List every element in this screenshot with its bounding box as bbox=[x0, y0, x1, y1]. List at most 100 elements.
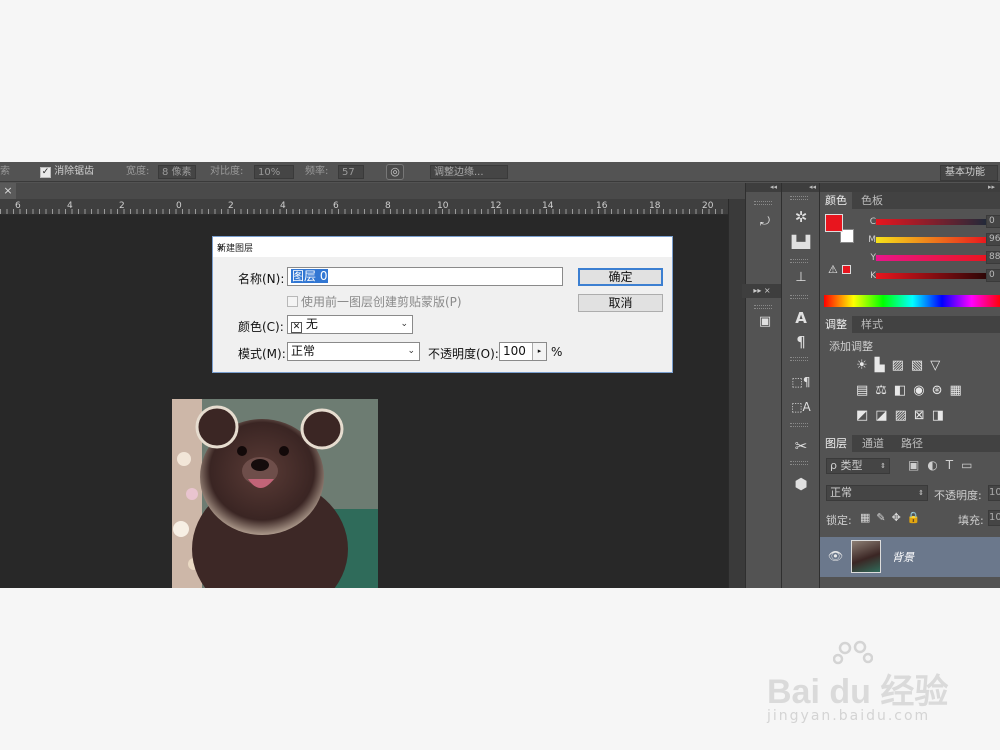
yellow-value[interactable]: 88 bbox=[986, 251, 1000, 264]
adjustment-icons-row-3[interactable]: ◩◪▨⊠◨ bbox=[856, 408, 951, 426]
percent-label: % bbox=[551, 345, 563, 359]
collapse-arrows-icon[interactable]: ◂◂ bbox=[782, 183, 820, 192]
cyan-slider-row: C 0 bbox=[828, 215, 1000, 230]
mode-select[interactable]: 正常 ⌄ bbox=[287, 342, 420, 361]
color-select[interactable]: ✕ 无 ⌄ bbox=[287, 315, 413, 334]
tab-swatches[interactable]: 色板 bbox=[856, 192, 888, 209]
frequency-input[interactable]: 57 bbox=[338, 165, 364, 179]
antialias-option[interactable]: ✓ 消除锯齿 bbox=[40, 165, 94, 179]
stamp-panel-icon[interactable]: ⊥ bbox=[788, 267, 814, 289]
tab-paths[interactable]: 路径 bbox=[896, 435, 928, 452]
opacity-value: 100 bbox=[503, 344, 526, 358]
yellow-label: Y bbox=[870, 253, 877, 263]
panel-grip[interactable] bbox=[790, 259, 808, 263]
layer-opacity-label: 不透明度: bbox=[934, 489, 982, 502]
cancel-button[interactable]: 取消 bbox=[578, 294, 663, 312]
no-color-icon: ✕ bbox=[291, 322, 302, 333]
magenta-label: M bbox=[868, 235, 876, 245]
opacity-label: 不透明度(O): bbox=[428, 347, 499, 361]
mode-value: 正常 bbox=[291, 344, 316, 358]
magenta-slider[interactable] bbox=[876, 237, 988, 243]
panel-grip[interactable] bbox=[754, 201, 772, 205]
black-value[interactable]: 0 bbox=[986, 269, 1000, 282]
document-image bbox=[172, 399, 378, 588]
layer-row-background[interactable]: 👁 背景 bbox=[820, 537, 1000, 577]
new-layer-dialog: 新建图层 ✕ 名称(N): 图层 0 使用前一图层创建剪贴蒙版(P) 颜色(C)… bbox=[212, 236, 673, 373]
adjustment-icons-row-2[interactable]: ▤⚖◧◉⊛▦ bbox=[856, 383, 969, 401]
opacity-input[interactable]: 100 ▸ bbox=[499, 342, 547, 361]
tool-presets-icon[interactable]: ✂ bbox=[788, 435, 814, 457]
close-icon[interactable]: ✕ bbox=[217, 241, 666, 257]
width-input[interactable]: 8 像素 bbox=[158, 165, 196, 179]
tab-adjustments[interactable]: 调整 bbox=[820, 316, 852, 333]
options-bar-truncated-label: 索 bbox=[0, 166, 10, 177]
panel-grip[interactable] bbox=[754, 305, 772, 309]
adjustment-icons-row-1[interactable]: ☀▙▨▧▽ bbox=[856, 358, 947, 376]
lock-label: 锁定: bbox=[826, 514, 852, 527]
lock-icons[interactable]: ▦✎✥🔒 bbox=[860, 511, 927, 524]
panel-grip[interactable] bbox=[790, 357, 808, 361]
character-styles-icon[interactable]: ⬚A bbox=[788, 396, 814, 418]
panel-grip[interactable] bbox=[790, 196, 808, 200]
vertical-scrollbar[interactable] bbox=[728, 199, 745, 588]
blend-mode-select[interactable]: 正常 ⇕ bbox=[826, 485, 928, 501]
ruler-tick-marks bbox=[0, 209, 728, 214]
contrast-label: 对比度: bbox=[210, 166, 244, 177]
dialog-titlebar: 新建图层 ✕ bbox=[213, 237, 672, 257]
eye-icon[interactable]: 👁 bbox=[828, 549, 843, 563]
paragraph-styles-icon[interactable]: ⬚¶ bbox=[788, 371, 814, 393]
mode-label: 模式(M): bbox=[238, 347, 286, 361]
3d-panel-icon[interactable]: ⬢ bbox=[788, 473, 814, 495]
tab-layers[interactable]: 图层 bbox=[820, 435, 852, 452]
floating-panel-header[interactable]: ▸▸ × bbox=[742, 284, 782, 298]
fill-label: 填充: bbox=[958, 514, 984, 527]
black-slider-row: K 0 bbox=[828, 269, 1000, 284]
cyan-slider[interactable] bbox=[876, 219, 988, 225]
clip-mask-checkbox[interactable] bbox=[287, 296, 298, 307]
watermark-brand: Bai du 经验 bbox=[767, 673, 949, 711]
layer-filter-icons[interactable]: ▣◐T▭ bbox=[908, 458, 980, 472]
antialias-checkbox[interactable]: ✓ bbox=[40, 167, 51, 178]
refine-edge-button[interactable]: 调整边缘... bbox=[430, 165, 508, 179]
layer-opacity-input[interactable]: 10 bbox=[988, 485, 1000, 501]
character-panel-icon[interactable]: A bbox=[788, 307, 814, 329]
panel-grip[interactable] bbox=[790, 461, 808, 465]
collapse-arrows-icon[interactable]: ▸▸ bbox=[820, 183, 1000, 192]
close-document-icon[interactable]: × bbox=[0, 183, 16, 199]
cyan-value[interactable]: 0 bbox=[986, 215, 1000, 228]
layer-name[interactable]: 背景 bbox=[892, 549, 914, 565]
navigator-panel-icon[interactable]: ✲ bbox=[788, 206, 814, 228]
libraries-panel-icon[interactable]: ▣ bbox=[752, 311, 778, 333]
color-spectrum-bar[interactable] bbox=[824, 295, 1000, 307]
collapsed-panel-column-2: ◂◂ ✲ ▙▟ ⊥ A ¶ ⬚¶ ⬚A ✂ ⬢ bbox=[781, 183, 820, 588]
panel-grip[interactable] bbox=[790, 423, 808, 427]
yellow-slider[interactable] bbox=[876, 255, 988, 261]
workspace-switcher[interactable]: 基本功能 bbox=[940, 165, 998, 181]
contrast-input[interactable]: 10% bbox=[254, 165, 294, 179]
tab-color[interactable]: 颜色 bbox=[820, 192, 852, 209]
magenta-value[interactable]: 96 bbox=[986, 233, 1000, 246]
name-input[interactable]: 图层 0 bbox=[287, 267, 563, 286]
antialias-label: 消除锯齿 bbox=[54, 166, 95, 177]
ok-button[interactable]: 确定 bbox=[578, 268, 663, 286]
layer-filter-select[interactable]: ρ 类型 ⇕ bbox=[826, 458, 890, 474]
clip-mask-label: 使用前一图层创建剪贴蒙版(P) bbox=[301, 295, 462, 309]
paragraph-panel-icon[interactable]: ¶ bbox=[788, 331, 814, 353]
collapse-arrows-icon[interactable]: ◂◂ bbox=[746, 183, 781, 192]
color-panel-tabs: 颜色 色板 bbox=[820, 192, 1000, 209]
tab-styles[interactable]: 样式 bbox=[856, 316, 888, 333]
clip-mask-option[interactable]: 使用前一图层创建剪贴蒙版(P) bbox=[287, 293, 462, 310]
black-slider[interactable] bbox=[876, 273, 988, 279]
right-panel-dock: ▸▸ 颜色 色板 ⚠ C 0 M 96 Y 88 K 0 调整 样式 添加调整 … bbox=[819, 183, 1000, 588]
panel-grip[interactable] bbox=[790, 295, 808, 299]
tab-channels[interactable]: 通道 bbox=[857, 435, 889, 452]
opacity-slider-arrow-icon[interactable]: ▸ bbox=[532, 343, 546, 360]
watermark-url: jingyan.baidu.com bbox=[767, 708, 931, 724]
histogram-panel-icon[interactable]: ▙▟ bbox=[788, 231, 814, 253]
photoshop-window: 索 ✓ 消除锯齿 宽度: 8 像素 对比度: 10% 频率: 57 ◎ 调整边缘… bbox=[0, 162, 1000, 588]
name-label: 名称(N): bbox=[238, 272, 285, 286]
pen-pressure-icon[interactable]: ◎ bbox=[386, 164, 404, 180]
history-panel-icon[interactable]: ⤾ bbox=[752, 210, 778, 232]
width-label: 宽度: bbox=[126, 166, 150, 177]
fill-input[interactable]: 10 bbox=[988, 510, 1000, 526]
